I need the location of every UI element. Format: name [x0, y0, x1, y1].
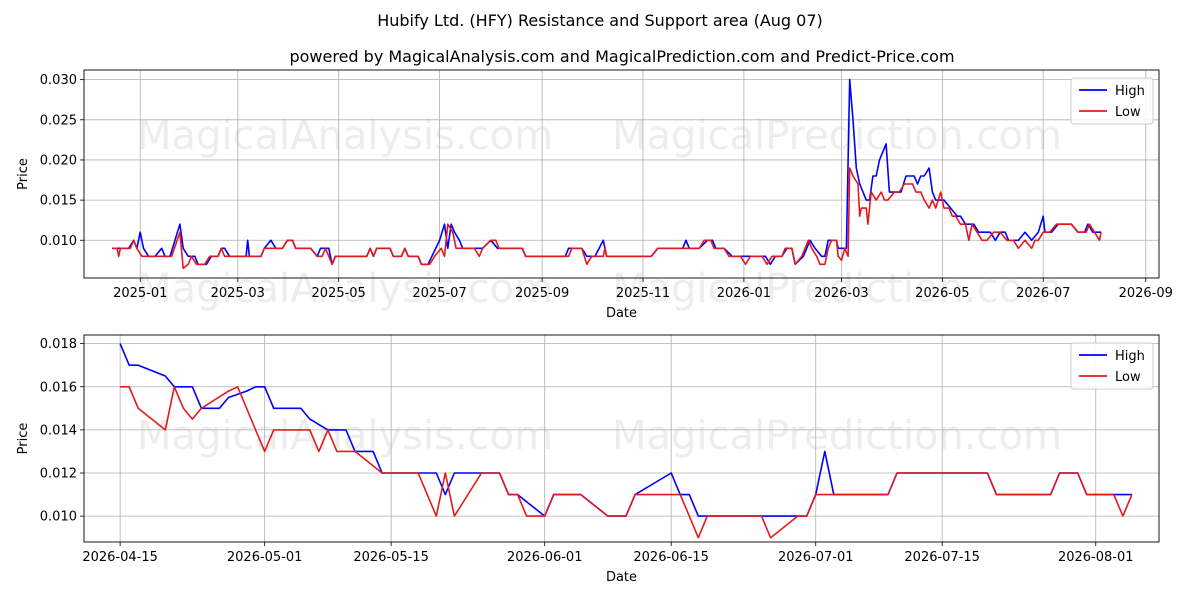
x-tick-label: 2026-07-01 — [778, 550, 854, 565]
y-tick-label: 0.012 — [40, 467, 77, 482]
x-axis-label: Date — [606, 570, 637, 585]
x-tick-label: 2026-06-01 — [507, 550, 583, 565]
y-tick-label: 0.030 — [40, 73, 77, 88]
x-tick-label: 2025-01 — [113, 286, 167, 301]
x-tick-label: 2026-05 — [915, 286, 969, 301]
x-tick-label: 2026-05-01 — [227, 550, 303, 565]
y-tick-label: 0.014 — [40, 423, 77, 438]
watermark-text: MagicalPrediction.com — [612, 413, 1062, 459]
y-tick-label: 0.025 — [40, 113, 77, 128]
legend: High Low — [1070, 77, 1154, 125]
x-tick-label: 2026-07 — [1016, 286, 1070, 301]
x-tick-label: 2026-01 — [717, 286, 771, 301]
x-tick-label: 2025-07 — [412, 286, 466, 301]
x-tick-label: 2026-09 — [1119, 286, 1173, 301]
y-axis-label: Price — [16, 158, 31, 190]
x-tick-label: 2025-09 — [515, 286, 569, 301]
x-tick-label: 2025-05 — [312, 286, 366, 301]
x-tick-label: 2026-03 — [814, 286, 868, 301]
legend-label-high: High — [1115, 84, 1145, 99]
x-tick-label: 2025-11 — [616, 286, 670, 301]
legend: High Low — [1070, 342, 1154, 390]
y-tick-label: 0.020 — [40, 153, 77, 168]
x-tick-label: 2025-03 — [211, 286, 265, 301]
y-tick-label: 0.010 — [40, 510, 77, 525]
x-tick-label: 2026-06-15 — [633, 550, 709, 565]
x-tick-label: 2026-08-01 — [1058, 550, 1134, 565]
y-tick-label: 0.010 — [40, 234, 77, 249]
x-tick-label: 2026-04-15 — [82, 550, 158, 565]
legend-label-high: High — [1115, 349, 1145, 364]
legend-label-low: Low — [1115, 105, 1141, 120]
full-history-chart: MagicalAnalysis.com MagicalPrediction.com… — [16, 69, 1173, 321]
x-axis-label: Date — [606, 306, 637, 321]
x-tick-label: 2026-07-15 — [904, 550, 980, 565]
legend-label-low: Low — [1115, 370, 1141, 385]
x-tick-label: 2026-05-15 — [353, 550, 429, 565]
chart-title: Hubify Ltd. (HFY) Resistance and Support… — [377, 11, 823, 30]
y-tick-label: 0.015 — [40, 194, 77, 209]
y-tick-label: 0.016 — [40, 380, 77, 395]
chart-subtitle: powered by MagicalAnalysis.com and Magic… — [289, 47, 954, 66]
y-tick-label: 0.018 — [40, 337, 77, 352]
chart-figure: Hubify Ltd. (HFY) Resistance and Support… — [16, 11, 1173, 585]
plot-area — [84, 70, 1159, 278]
y-axis-label: Price — [16, 423, 31, 455]
recent-zoom-chart: MagicalAnalysis.com MagicalPrediction.com… — [16, 334, 1160, 585]
